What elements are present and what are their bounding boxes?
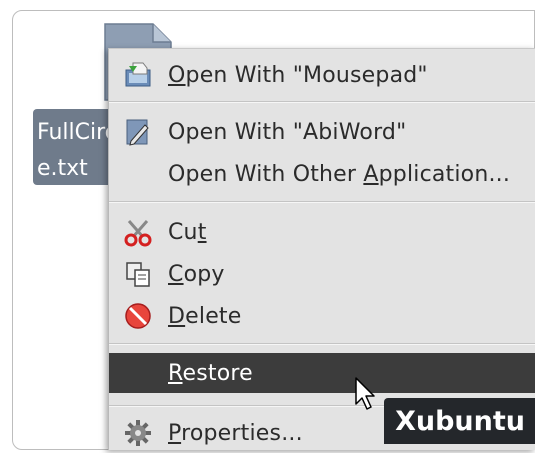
menu-item-label: Cut (168, 219, 207, 245)
menu-item-copy[interactable]: Copy (109, 254, 535, 294)
abiword-icon (123, 117, 153, 147)
mouse-pointer-icon (354, 376, 378, 412)
xubuntu-watermark: Xubuntu (384, 398, 535, 444)
menu-item-cut[interactable]: Cut (109, 212, 535, 252)
gear-icon (123, 418, 153, 448)
menu-item-open-with-abiword[interactable]: Open With "AbiWord" (109, 112, 535, 152)
menu-item-open-with-mousepad[interactable]: Open With "Mousepad" (109, 55, 535, 95)
menu-item-label: Open With "AbiWord" (168, 119, 407, 145)
menu-item-delete[interactable]: Delete (109, 296, 535, 336)
menu-item-open-with-other-application[interactable]: Open With Other Application... (109, 154, 535, 194)
menu-item-restore[interactable]: Restore (109, 353, 535, 393)
menu-separator (109, 101, 535, 103)
menu-item-label: Properties... (168, 420, 303, 446)
menu-item-label: Open With Other Application... (168, 161, 511, 187)
menu-item-label: Copy (168, 261, 225, 287)
menu-item-label: Open With "Mousepad" (168, 62, 428, 88)
menu-item-label: Delete (168, 303, 242, 329)
delete-icon (123, 301, 153, 331)
context-menu: Open With "Mousepad" Open With "AbiWord"… (108, 48, 535, 450)
copy-icon (123, 259, 153, 289)
menu-item-label: Restore (168, 360, 253, 386)
menu-separator (109, 201, 535, 203)
menu-separator (109, 343, 535, 345)
scissors-icon (123, 217, 153, 247)
mousepad-icon (123, 60, 153, 90)
